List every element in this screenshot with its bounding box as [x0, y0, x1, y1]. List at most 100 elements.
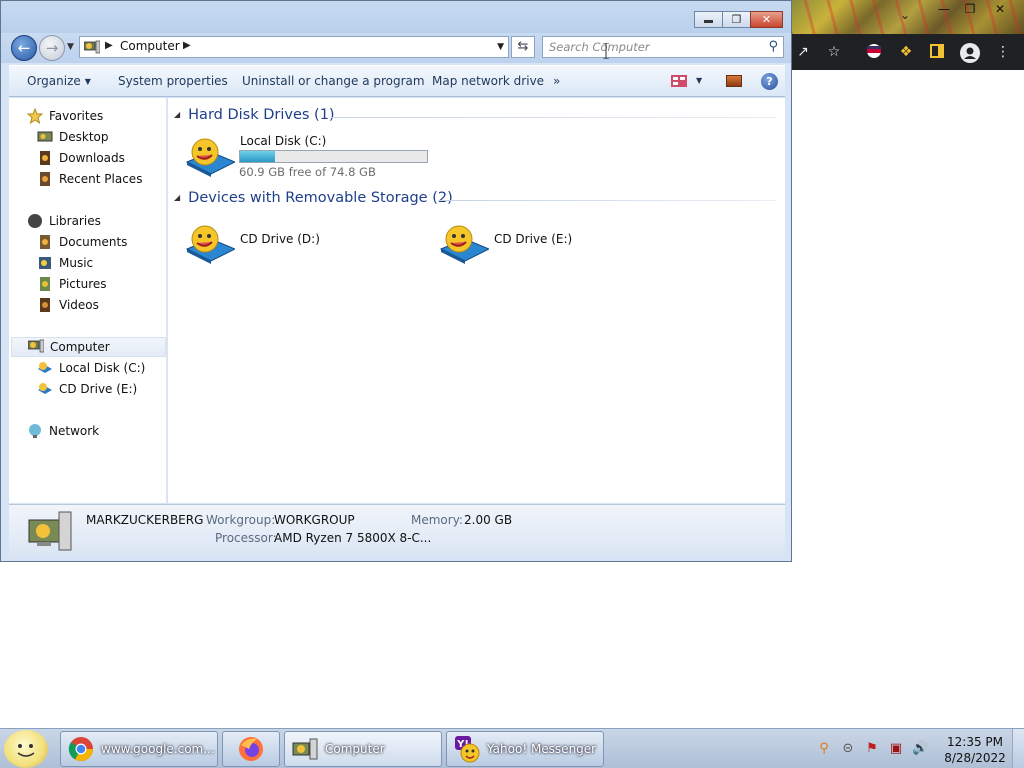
- nav-music[interactable]: Music: [37, 253, 93, 273]
- share-icon[interactable]: ↗: [794, 43, 812, 61]
- nav-local-disk[interactable]: Local Disk (C:): [37, 358, 145, 378]
- search-input[interactable]: [549, 39, 759, 55]
- memory-value: 2.00 GB: [464, 513, 513, 527]
- smiley-drive-icon: [439, 225, 489, 264]
- collapse-triangle-icon[interactable]: ◢: [174, 110, 180, 119]
- drive-cd-d[interactable]: CD Drive (D:): [185, 223, 385, 269]
- nav-recent-places-label: Recent Places: [59, 172, 143, 186]
- hard-disks-group-label: Hard Disk Drives (1): [188, 107, 335, 123]
- drive-c-free-space: 60.9 GB free of 74.8 GB: [239, 165, 376, 179]
- browser-maximize-button[interactable]: ❐: [956, 0, 984, 18]
- nav-favorites-label: Favorites: [49, 109, 104, 123]
- drive-cd-e[interactable]: CD Drive (E:): [439, 223, 639, 269]
- drive-d-name: CD Drive (D:): [240, 232, 320, 246]
- uninstall-program-button[interactable]: Uninstall or change a program: [242, 74, 425, 88]
- cd-drive-icon: [37, 381, 53, 397]
- libraries-icon: [27, 213, 43, 229]
- more-commands-button[interactable]: »: [553, 74, 560, 88]
- browser-close-button[interactable]: ✕: [986, 0, 1014, 18]
- taskbar-yahoo-label: Yahoo! Messenger: [487, 742, 597, 756]
- volume-icon[interactable]: 🔊: [912, 741, 928, 757]
- taskbar-firefox-button[interactable]: [222, 731, 280, 767]
- sidepanel-icon[interactable]: [928, 43, 946, 61]
- firefox-icon: [239, 737, 263, 761]
- organize-button[interactable]: Organize ▼: [27, 74, 91, 88]
- nav-documents[interactable]: Documents: [37, 232, 127, 252]
- nav-downloads[interactable]: Downloads: [37, 148, 125, 168]
- start-button[interactable]: [4, 730, 48, 768]
- bookmark-star-icon[interactable]: ☆: [825, 43, 843, 61]
- computer-icon: [27, 339, 45, 355]
- computer-large-icon: [28, 511, 72, 551]
- nav-desktop[interactable]: Desktop: [37, 127, 109, 147]
- search-icon[interactable]: ⚲: [768, 39, 778, 54]
- yahoo-messenger-icon: Y!: [455, 736, 480, 763]
- nav-cd-drive-e[interactable]: CD Drive (E:): [37, 379, 137, 399]
- taskbar-computer-button[interactable]: Computer: [284, 731, 442, 767]
- processor-value: AMD Ryzen 7 5800X 8-C...: [274, 531, 432, 545]
- forward-button[interactable]: →: [39, 35, 65, 61]
- back-button[interactable]: ←: [11, 35, 37, 61]
- pictures-icon: [37, 276, 53, 292]
- browser-minimize-button[interactable]: —: [930, 0, 958, 18]
- computer-icon: [292, 738, 318, 760]
- content-pane: ◢ Hard Disk Drives (1) Local Disk (C:) 60…: [168, 98, 785, 503]
- taskbar-chrome-button[interactable]: www.google.com...: [60, 731, 218, 767]
- taskbar: www.google.com... Computer Y! Yahoo! Mes…: [0, 728, 1024, 768]
- preview-pane-icon[interactable]: [726, 75, 742, 87]
- address-history-dropdown-icon[interactable]: ▼: [497, 42, 504, 52]
- nav-computer[interactable]: Computer: [11, 337, 166, 357]
- show-desktop-button[interactable]: [1012, 729, 1024, 768]
- group-header-hard-disks[interactable]: ◢ Hard Disk Drives (1): [174, 107, 335, 123]
- extension-flag-icon[interactable]: [865, 43, 883, 61]
- tab-search-chevron-icon[interactable]: ⌄: [900, 8, 910, 22]
- smiley-drive-icon: [185, 225, 235, 264]
- refresh-button[interactable]: ⇆: [511, 36, 535, 58]
- text-cursor-icon: [603, 43, 609, 59]
- search-box[interactable]: ⚲: [542, 36, 784, 58]
- help-icon[interactable]: ?: [761, 73, 778, 90]
- profile-avatar-icon[interactable]: [960, 43, 980, 63]
- group-header-removable[interactable]: ◢ Devices with Removable Storage (2): [174, 190, 453, 206]
- browser-tabstrip: ⌄ — ❐ ✕: [790, 0, 1024, 34]
- map-network-drive-button[interactable]: Map network drive: [432, 74, 544, 88]
- nav-recent-places[interactable]: Recent Places: [37, 169, 142, 189]
- status-tray-icon[interactable]: ⊝: [840, 741, 856, 757]
- close-button[interactable]: ✕: [750, 11, 783, 28]
- network-globe-icon: [27, 423, 43, 439]
- action-center-flag-icon[interactable]: ⚑: [864, 741, 880, 757]
- address-bar[interactable]: ▶ Computer ▶ ▼: [79, 36, 509, 58]
- nav-pictures[interactable]: Pictures: [37, 274, 107, 294]
- drive-local-disk-c[interactable]: Local Disk (C:) 60.9 GB free of 74.8 GB: [185, 134, 435, 182]
- clock-time: 12:35 PM: [947, 735, 1003, 749]
- address-separator-icon[interactable]: ▶: [105, 40, 113, 51]
- drive-c-name: Local Disk (C:): [240, 134, 327, 148]
- nav-videos[interactable]: Videos: [37, 295, 99, 315]
- title-bar[interactable]: ❐ ✕: [1, 1, 791, 33]
- search-tray-icon[interactable]: ⚲: [816, 741, 832, 757]
- favorites-star-icon: [26, 107, 44, 125]
- nav-documents-label: Documents: [59, 235, 128, 249]
- nav-network[interactable]: Network: [27, 421, 99, 441]
- nav-libraries[interactable]: Libraries: [27, 211, 101, 231]
- nav-downloads-label: Downloads: [59, 151, 125, 165]
- extensions-puzzle-icon[interactable]: ❖: [897, 43, 915, 61]
- taskbar-yahoo-messenger-button[interactable]: Y! Yahoo! Messenger: [446, 731, 604, 767]
- network-tray-icon[interactable]: ▣: [888, 741, 904, 757]
- videos-icon: [37, 297, 53, 313]
- change-view-icon[interactable]: [671, 75, 687, 87]
- minimize-button[interactable]: [694, 11, 723, 28]
- view-options-dropdown-icon[interactable]: ▼: [696, 76, 702, 85]
- recent-pages-dropdown-icon[interactable]: ▼: [67, 42, 74, 52]
- nav-favorites[interactable]: Favorites: [26, 106, 104, 126]
- browser-menu-icon[interactable]: ⋮: [994, 43, 1012, 61]
- drive-c-usage-fill: [240, 151, 275, 162]
- system-properties-button[interactable]: System properties: [118, 74, 228, 88]
- address-separator-icon[interactable]: ▶: [183, 40, 191, 51]
- collapse-triangle-icon[interactable]: ◢: [174, 193, 180, 202]
- breadcrumb-computer[interactable]: Computer: [120, 39, 180, 53]
- maximize-button[interactable]: ❐: [722, 11, 751, 28]
- nav-network-label: Network: [49, 424, 100, 438]
- taskbar-clock[interactable]: 12:35 PM 8/28/2022: [942, 734, 1008, 766]
- computer-name: MARKZUCKERBERG: [86, 513, 204, 527]
